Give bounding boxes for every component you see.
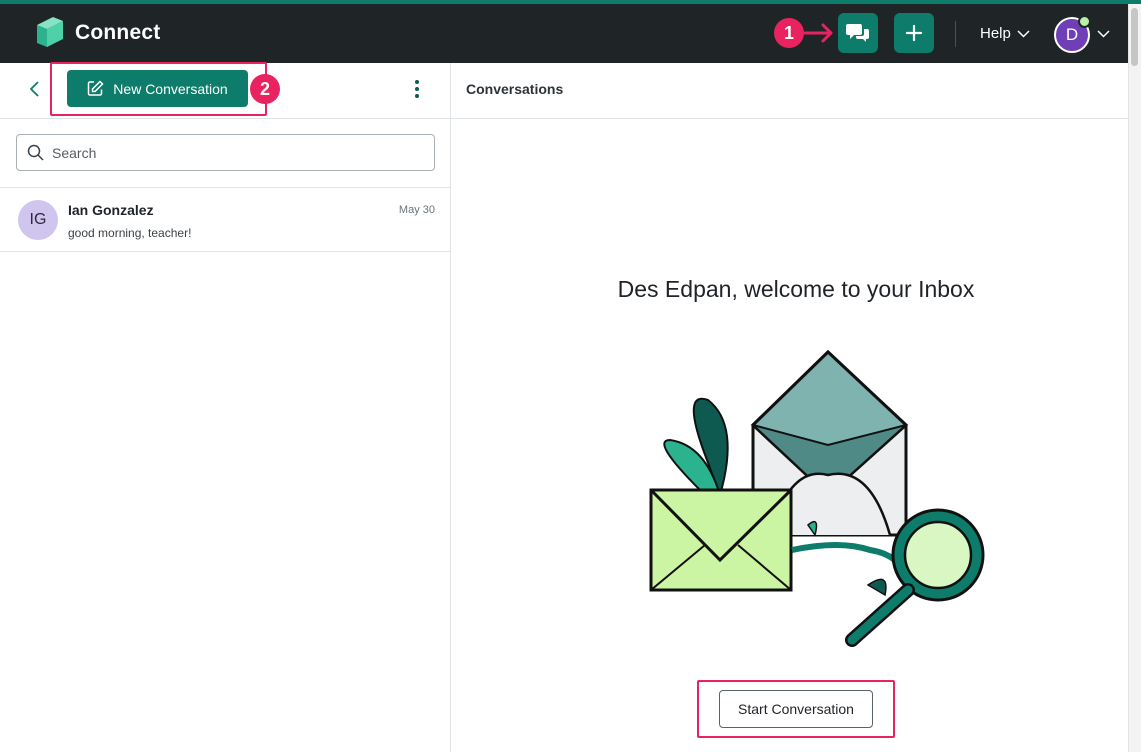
annotation-marker-1: 1 [774, 18, 804, 48]
topbar-divider [955, 21, 956, 47]
message-preview: good morning, teacher! [68, 226, 192, 240]
conversation-sidebar: New Conversation IG Ian Gonzalez good mo… [0, 63, 451, 752]
more-options-button[interactable] [407, 78, 427, 100]
help-menu[interactable]: Help [980, 25, 1030, 42]
app-title: Connect [75, 21, 161, 44]
search-icon [27, 144, 44, 161]
chevron-down-icon[interactable] [1097, 30, 1110, 38]
plus-icon [905, 24, 923, 42]
back-button[interactable] [25, 77, 45, 101]
help-label: Help [980, 25, 1011, 42]
chevron-left-icon [30, 81, 39, 97]
contact-name: Ian Gonzalez [68, 202, 154, 218]
online-status-indicator [1078, 15, 1091, 28]
conversation-list-item[interactable]: IG Ian Gonzalez good morning, teacher! M… [0, 188, 450, 252]
message-date: May 30 [398, 204, 435, 216]
annotation-arrow-icon [803, 23, 833, 43]
welcome-heading: Des Edpan, welcome to your Inbox [617, 276, 975, 302]
annotation-marker-2: 2 [250, 74, 280, 104]
search-box[interactable] [16, 134, 435, 171]
messages-button[interactable] [838, 13, 878, 53]
annotation-highlight-new-conversation [50, 62, 267, 116]
vertical-dots-icon [415, 80, 419, 98]
connect-logo-icon [37, 17, 63, 47]
chat-bubbles-icon [846, 24, 869, 42]
top-navigation-bar: Connect Help D [0, 0, 1141, 63]
add-button[interactable] [894, 13, 934, 53]
conversations-header: Conversations [451, 63, 1128, 119]
inbox-illustration [649, 349, 985, 647]
contact-avatar: IG [18, 200, 58, 240]
annotation-highlight-start-conversation [697, 680, 895, 738]
search-input[interactable] [52, 144, 422, 161]
chevron-down-icon [1017, 29, 1030, 38]
page-scrollbar[interactable] [1128, 4, 1141, 752]
scrollbar-thumb[interactable] [1131, 8, 1138, 66]
conversations-title: Conversations [466, 81, 564, 97]
